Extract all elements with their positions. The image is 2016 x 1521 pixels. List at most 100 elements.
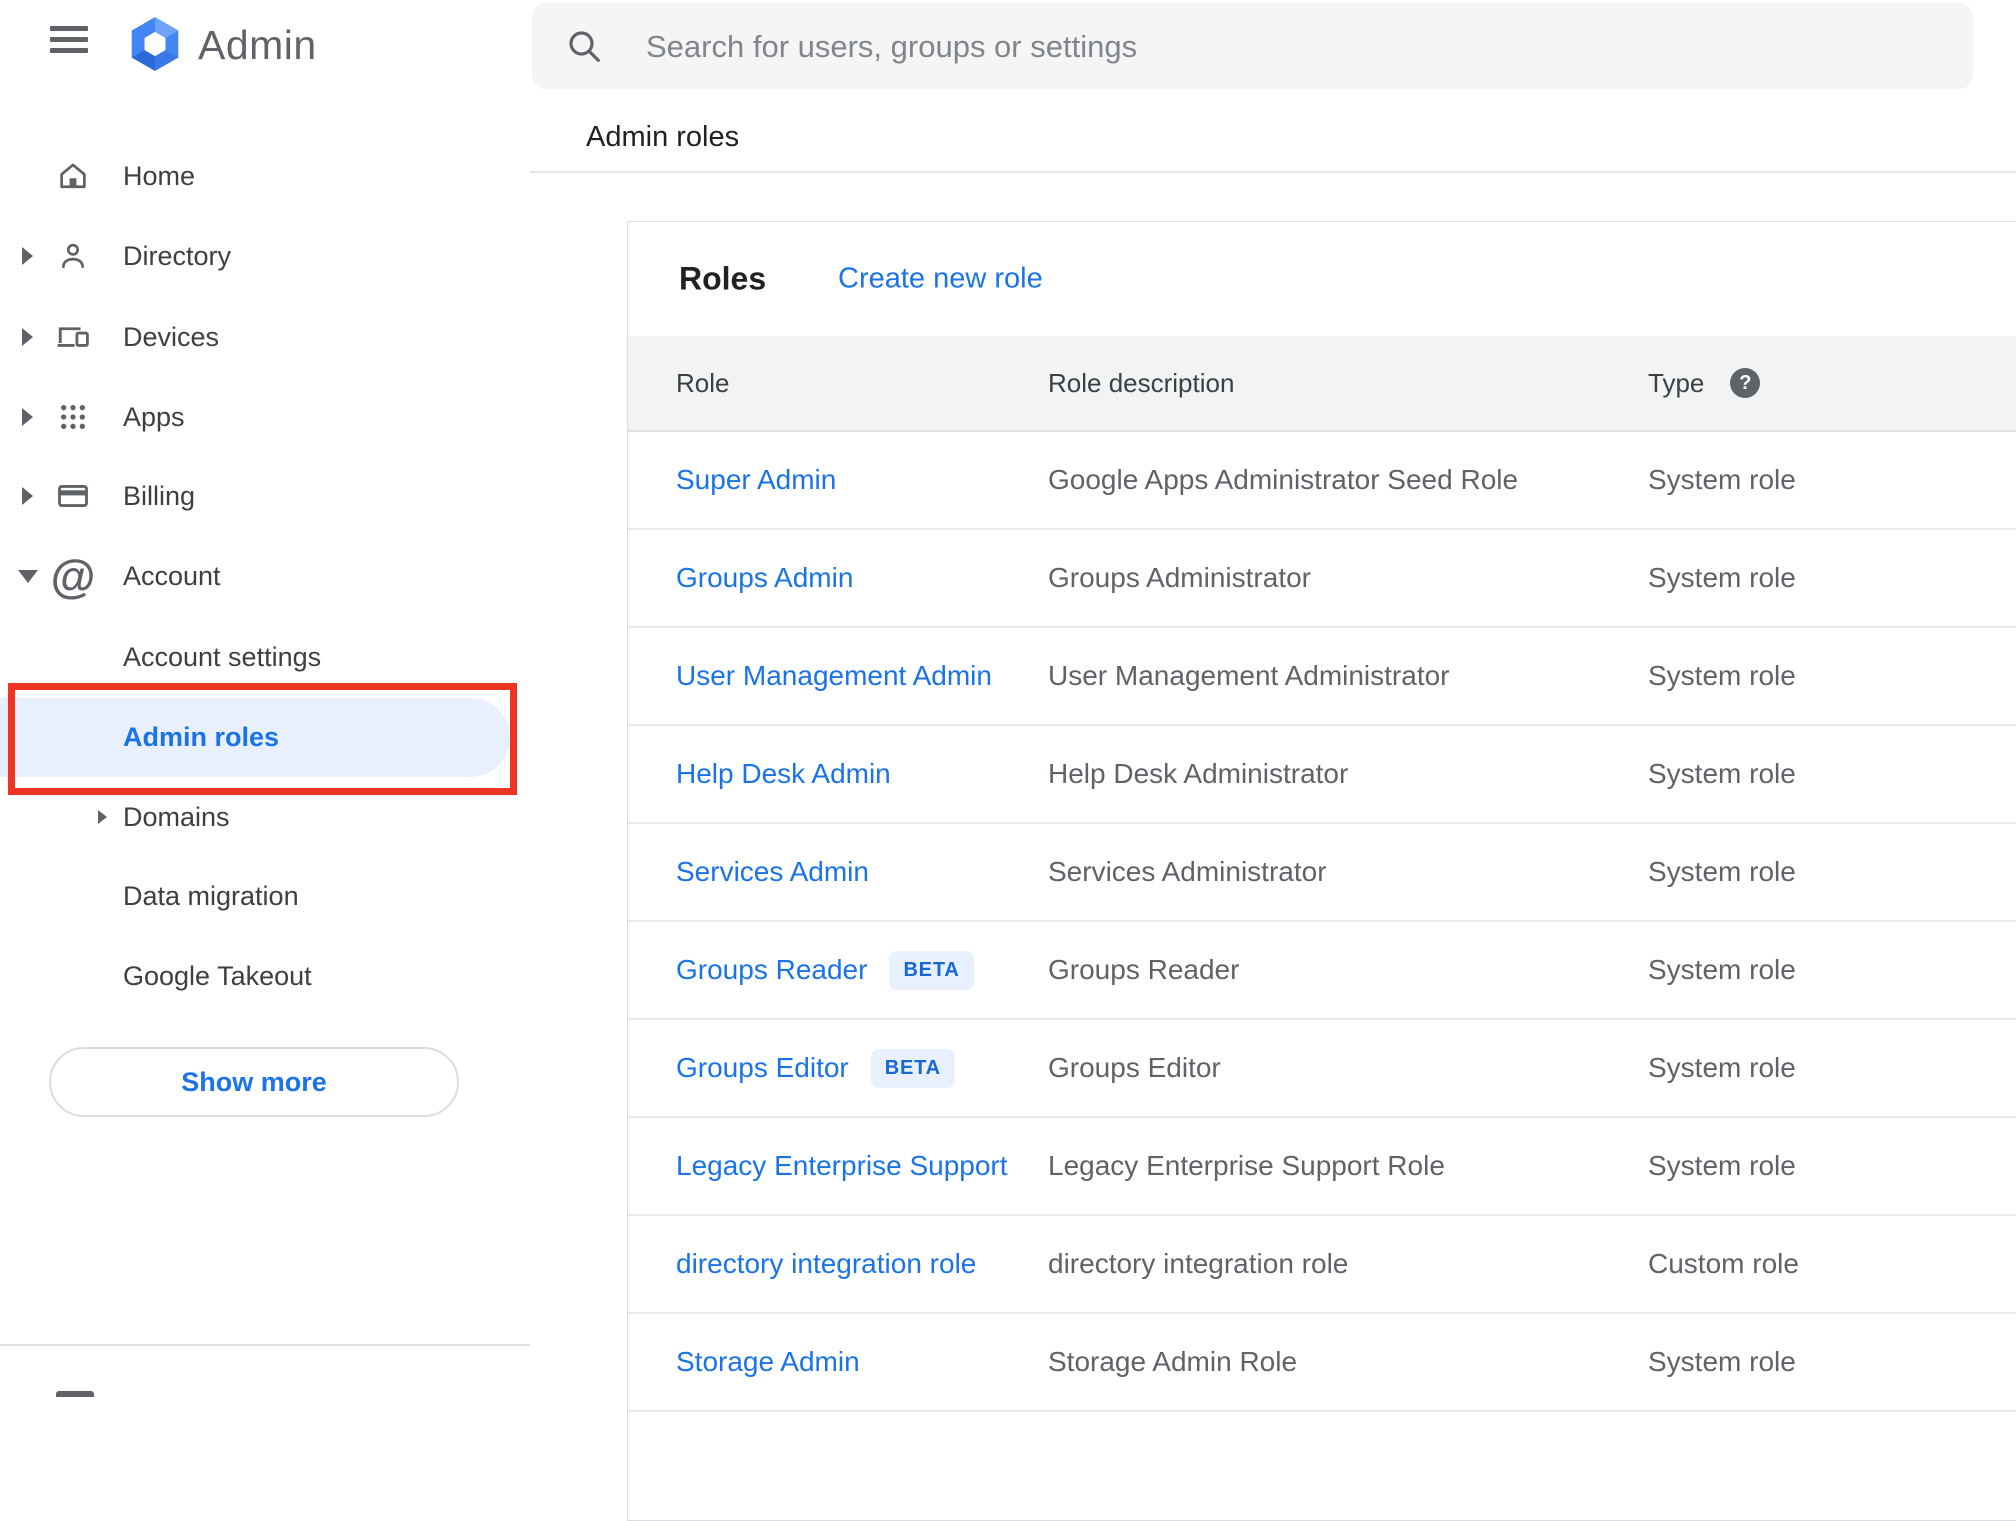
breadcrumb-divider [530,171,2016,173]
column-header-description: Role description [1048,367,1235,398]
role-cell: Storage Admin [676,1346,1048,1378]
beta-badge: BETA [870,1048,955,1088]
role-link[interactable]: Storage Admin [676,1346,860,1378]
sidebar-item-label: Google Takeout [123,960,312,991]
sidebar-item-admin-roles-selected[interactable]: Admin roles [0,698,510,777]
expand-arrow-icon[interactable] [22,247,33,265]
role-cell: Groups Admin [676,562,1048,594]
create-new-role-link[interactable]: Create new role [838,263,1043,296]
table-row: Groups Admin Groups Administrator System… [628,530,2016,628]
show-more-label: Show more [181,1066,327,1097]
sidebar-item-label: Apps [123,401,185,432]
role-cell: User Management Admin [676,660,1048,692]
sidebar: Admin Home Directory Devices Apps Billin… [0,0,530,1397]
sidebar-item-label: Home [123,160,196,191]
role-description: Legacy Enterprise Support Role [1048,1150,1445,1181]
sidebar-item-domains[interactable]: Domains [0,777,530,857]
sidebar-item-label: Admin roles [123,722,280,752]
show-more-button[interactable]: Show more [49,1047,459,1117]
sidebar-item-data-migration[interactable]: Data migration [0,856,530,936]
panel-title-row: Roles Create new role [628,222,2016,336]
search-input[interactable] [644,3,1938,91]
role-description: User Management Administrator [1048,660,1450,691]
role-link[interactable]: User Management Admin [676,660,992,692]
table-row: Help Desk Admin Help Desk Administrator … [628,726,2016,824]
breadcrumb: Admin roles [586,121,740,153]
role-link[interactable]: Groups Editor [676,1052,849,1084]
expand-arrow-icon[interactable] [98,810,107,824]
role-cell: Groups Reader BETA [676,950,1048,990]
role-description: Groups Administrator [1048,562,1311,593]
table-row: directory integration role directory int… [628,1216,2016,1314]
table-row: Groups Editor BETA Groups Editor System … [628,1020,2016,1118]
expand-arrow-icon[interactable] [22,408,33,426]
sidebar-item-devices[interactable]: Devices [0,297,530,377]
sidebar-item-label: Devices [123,321,220,352]
sidebar-item-label: Billing [123,480,196,511]
expand-arrow-icon[interactable] [22,487,33,505]
sidebar-item-billing[interactable]: Billing [0,456,530,536]
devices-icon [54,318,92,356]
role-type: System role [1648,464,1796,495]
home-icon [54,157,92,195]
sidebar-item-label: Domains [123,801,230,832]
table-row: Legacy Enterprise Support Legacy Enterpr… [628,1118,2016,1216]
sidebar-item-google-takeout[interactable]: Google Takeout [0,936,530,1016]
hamburger-menu-icon[interactable] [50,26,90,58]
role-link[interactable]: Services Admin [676,856,869,888]
role-type: System role [1648,1052,1796,1083]
table-row: Storage Admin Storage Admin Role System … [628,1314,2016,1412]
role-link[interactable]: Groups Reader [676,954,867,986]
collapse-arrow-icon[interactable] [18,569,38,583]
role-cell: Super Admin [676,464,1048,496]
expand-arrow-icon[interactable] [22,328,33,346]
help-icon[interactable]: ? [1730,368,1761,398]
person-icon [54,237,92,275]
role-type: System role [1648,758,1796,789]
role-cell: Legacy Enterprise Support [676,1150,1048,1182]
table-row: Groups Reader BETA Groups Reader System … [628,922,2016,1020]
role-description: Groups Reader [1048,954,1240,985]
role-link[interactable]: directory integration role [676,1248,976,1280]
roles-panel: Roles Create new role Role Role descript… [627,221,2016,1521]
sidebar-item-apps[interactable]: Apps [0,377,530,457]
sidebar-item-label: Account settings [123,641,322,672]
sidebar-item-account[interactable]: @ Account [0,536,530,616]
role-link[interactable]: Legacy Enterprise Support [676,1150,1008,1182]
credit-card-icon [54,477,92,515]
role-cell: Groups Editor BETA [676,1048,1048,1088]
role-type: System role [1648,1346,1796,1377]
search-bar[interactable] [532,3,1973,91]
role-description: Help Desk Administrator [1048,758,1349,789]
sidebar-item-label: Directory [123,240,232,271]
role-description: Storage Admin Role [1048,1346,1298,1377]
role-description: Groups Editor [1048,1052,1221,1083]
sidebar-item-directory[interactable]: Directory [0,216,530,296]
sidebar-item-label: Data migration [123,880,299,911]
column-header-type-label: Type [1648,367,1705,398]
app-title: Admin [198,22,317,68]
role-type: System role [1648,660,1796,691]
role-type: System role [1648,954,1796,985]
search-icon [564,26,604,66]
sidebar-item-label: Account [123,560,221,591]
role-type: System role [1648,562,1796,593]
role-link[interactable]: Help Desk Admin [676,758,891,790]
sidebar-bottom-divider [0,1344,530,1346]
table-row: User Management Admin User Management Ad… [628,628,2016,726]
sidebar-item-home[interactable]: Home [0,136,530,216]
role-link[interactable]: Super Admin [676,464,836,496]
sidebar-item-account-settings[interactable]: Account settings [0,617,530,697]
beta-badge: BETA [889,950,974,990]
role-cell: directory integration role [676,1248,1048,1280]
role-description: Google Apps Administrator Seed Role [1048,464,1519,495]
role-description: Services Administrator [1048,856,1327,887]
role-cell: Services Admin [676,856,1048,888]
role-type: System role [1648,856,1796,887]
column-header-type: Type ? [1648,368,2016,399]
role-description: directory integration role [1048,1248,1349,1279]
role-link[interactable]: Groups Admin [676,562,853,594]
column-header-role: Role [676,367,730,398]
table-row: Super Admin Google Apps Administrator Se… [628,432,2016,530]
partial-scrolled-icon [56,1391,94,1397]
